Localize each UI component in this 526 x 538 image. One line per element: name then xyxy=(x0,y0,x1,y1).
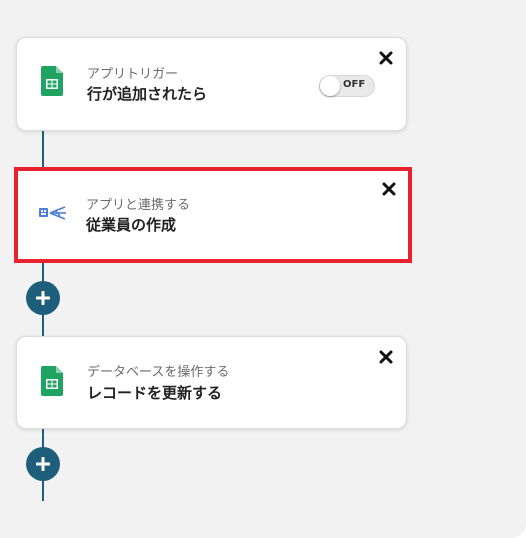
toggle-knob xyxy=(320,76,340,96)
toggle-label: OFF xyxy=(343,79,366,90)
hr-app-icon xyxy=(38,205,68,227)
flow-canvas: アプリトリガー 行が追加されたら OFF アプリと連携する 従業員の作成 データ… xyxy=(0,0,526,538)
step-title: レコードを更新する xyxy=(87,384,223,402)
step-subtitle: アプリと連携する xyxy=(86,198,191,213)
close-icon[interactable] xyxy=(382,181,396,196)
google-sheets-icon xyxy=(41,66,63,100)
close-icon[interactable] xyxy=(379,349,393,364)
add-step-button[interactable] xyxy=(26,447,60,481)
trigger-toggle[interactable]: OFF xyxy=(319,75,375,97)
flow-step-create-employee[interactable]: アプリと連携する 従業員の作成 xyxy=(14,167,412,263)
step-subtitle: アプリトリガー xyxy=(87,67,179,82)
step-title: 従業員の作成 xyxy=(86,216,177,234)
flow-connector xyxy=(42,130,44,168)
flow-step-update-record[interactable]: データベースを操作する レコードを更新する xyxy=(16,336,407,429)
step-title: 行が追加されたら xyxy=(87,85,208,103)
plus-icon xyxy=(36,291,50,305)
google-sheets-icon xyxy=(41,366,63,400)
flow-step-trigger[interactable]: アプリトリガー 行が追加されたら OFF xyxy=(16,37,407,131)
plus-icon xyxy=(36,457,50,471)
close-icon[interactable] xyxy=(379,50,393,65)
step-subtitle: データベースを操作する xyxy=(87,365,230,380)
add-step-button[interactable] xyxy=(26,281,60,315)
